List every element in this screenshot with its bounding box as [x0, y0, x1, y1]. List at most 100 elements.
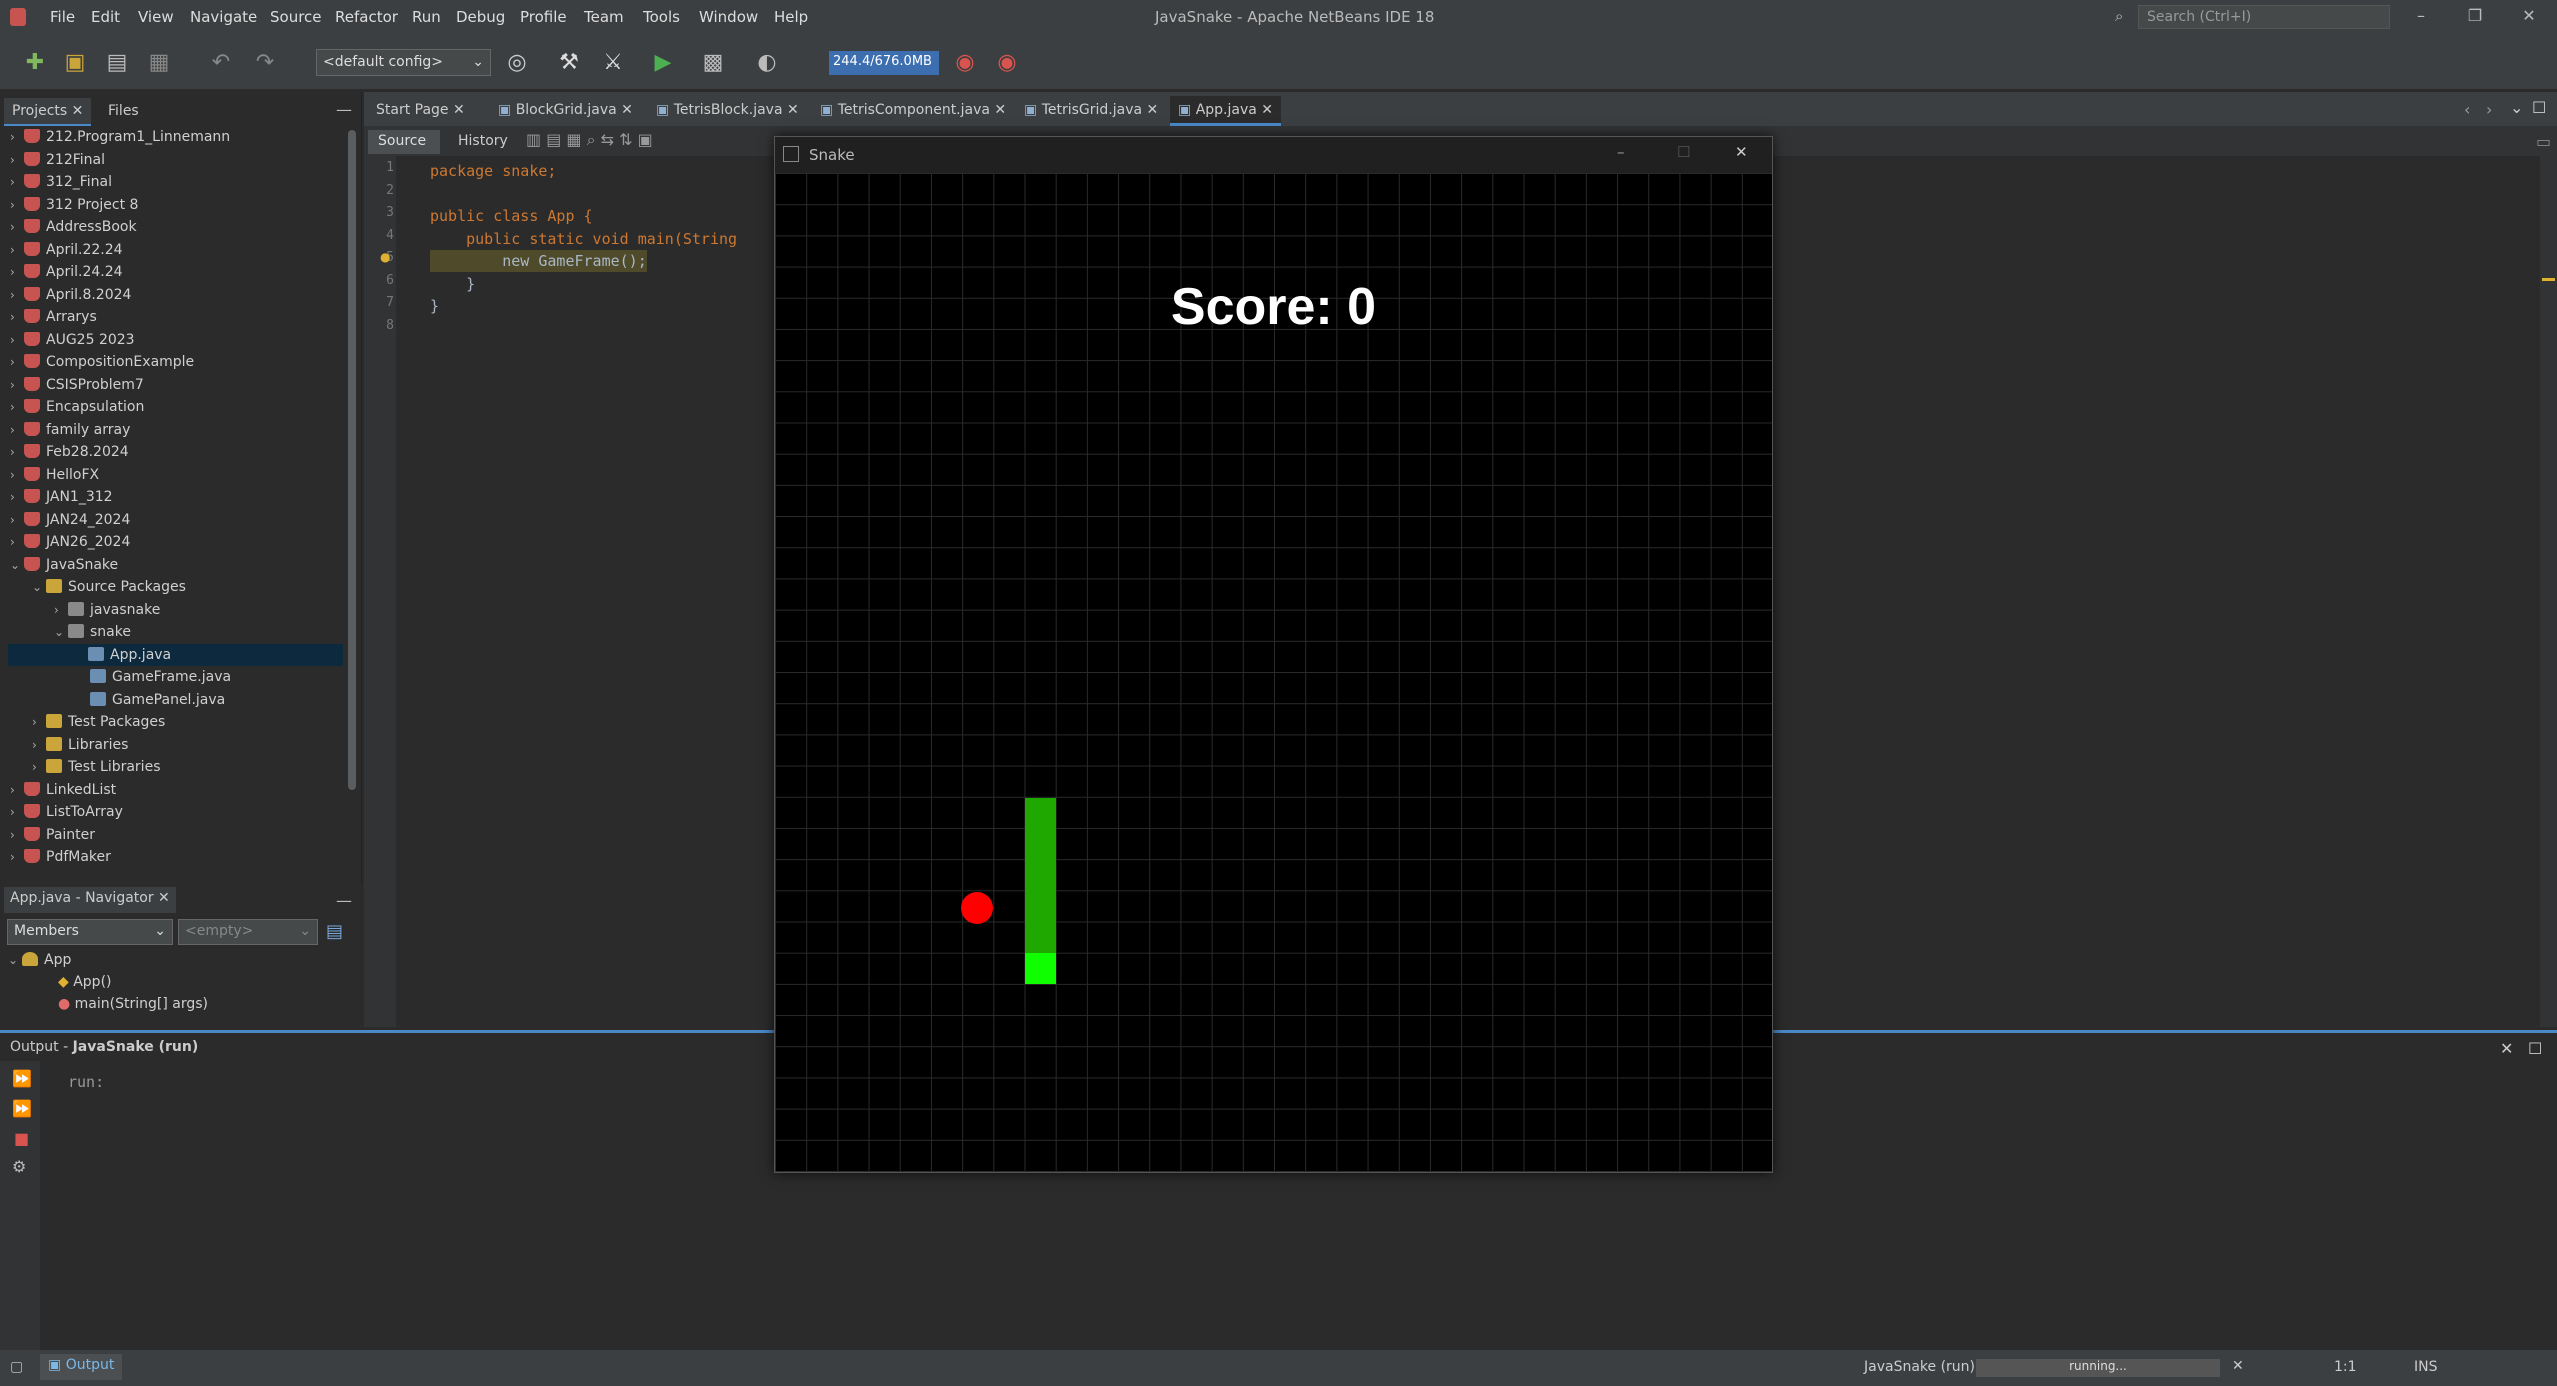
chevron-right-icon[interactable]: ›	[10, 216, 24, 238]
history-tab[interactable]: History	[448, 130, 520, 154]
new-file-icon[interactable]: ✚	[20, 48, 50, 78]
stop-icon[interactable]: ■	[14, 1129, 29, 1148]
undo-icon[interactable]: ↶	[206, 48, 236, 78]
open-project-icon[interactable]: ▤	[102, 48, 132, 78]
minimize-panel-icon[interactable]: —	[336, 100, 352, 119]
chevron-right-icon[interactable]: ›	[10, 509, 24, 531]
tree-item[interactable]: ⌄ JavaSnake	[10, 554, 118, 576]
navigator-member[interactable]: ◆ App()	[58, 971, 112, 993]
close-icon[interactable]: ✕	[1735, 143, 1748, 161]
chevron-right-icon[interactable]: ›	[10, 261, 24, 283]
source-tab[interactable]: Source	[368, 130, 440, 154]
chevron-right-icon[interactable]: ›	[10, 779, 24, 801]
chevron-right-icon[interactable]: ›	[10, 351, 24, 373]
menu-profile[interactable]: Profile	[520, 8, 567, 26]
tab-files[interactable]: Files	[100, 98, 147, 126]
menu-source[interactable]: Source	[270, 8, 322, 26]
cancel-process-icon[interactable]: ✕	[2232, 1358, 2244, 1374]
minimize-icon[interactable]: –	[2406, 6, 2436, 28]
menu-help[interactable]: Help	[774, 8, 808, 26]
chevron-down-icon[interactable]: ⌄	[2510, 98, 2523, 117]
split-editor-icon[interactable]: ▭	[2536, 132, 2551, 151]
scroll-tabs-left-icon[interactable]: ‹	[2464, 100, 2470, 119]
debug-icon[interactable]: ▩	[698, 48, 728, 78]
code-area[interactable]: 1 package snake; 2 3 public class App {4 pub…	[364, 160, 764, 360]
chevron-right-icon[interactable]: ›	[10, 441, 24, 463]
tree-item[interactable]: GamePanel.java	[76, 689, 225, 711]
run-icon[interactable]: ▶	[648, 48, 678, 78]
tab-start-page[interactable]: Start Page ✕	[368, 96, 473, 126]
minimize-panel-icon[interactable]: —	[336, 891, 352, 910]
menu-file[interactable]: File	[50, 8, 75, 26]
chevron-right-icon[interactable]: ›	[10, 419, 24, 441]
maximize-icon[interactable]: ☐	[2532, 98, 2546, 117]
chevron-right-icon[interactable]: ›	[10, 329, 24, 351]
code-line[interactable]: new GameFrame();	[430, 250, 647, 272]
save-all-icon[interactable]: ▦	[144, 48, 174, 78]
chevron-right-icon[interactable]: ›	[10, 374, 24, 396]
tree-item[interactable]: › Test Libraries	[32, 756, 160, 778]
tree-item[interactable]: › AddressBook	[10, 216, 137, 238]
tree-item[interactable]: ⌄ snake	[54, 621, 131, 643]
clean-build-icon[interactable]: ⚔	[598, 48, 628, 78]
tree-item[interactable]: › JAN1_312	[10, 486, 113, 508]
rerun-icon[interactable]: ⏩	[12, 1069, 32, 1088]
tree-item[interactable]: › Painter	[10, 824, 95, 846]
scroll-tabs-right-icon[interactable]: ›	[2486, 100, 2492, 119]
tree-item[interactable]: › April.22.24	[10, 239, 123, 261]
tree-item[interactable]: App.java	[8, 643, 343, 666]
chevron-right-icon[interactable]: ›	[32, 756, 46, 778]
menu-navigate[interactable]: Navigate	[190, 8, 257, 26]
output-status-tab[interactable]: ▣ Output	[40, 1354, 123, 1380]
code-line[interactable]: public static void main(String	[430, 228, 737, 250]
toggle-icon[interactable]: ▢	[10, 1359, 23, 1375]
menu-team[interactable]: Team	[584, 8, 624, 26]
filter-select[interactable]: <empty> ⌄	[178, 919, 318, 945]
tab-tetriscomponent[interactable]: ▣ TetrisComponent.java ✕	[812, 96, 1014, 126]
close-icon[interactable]: ✕	[1147, 102, 1159, 118]
minimize-icon[interactable]: –	[1617, 143, 1625, 161]
navigator-member[interactable]: ● main(String[] args)	[58, 993, 208, 1015]
tree-item[interactable]: › JAN24_2024	[10, 509, 130, 531]
chevron-right-icon[interactable]: ›	[32, 711, 46, 733]
close-icon[interactable]: ✕	[787, 102, 799, 118]
chevron-down-icon[interactable]: ⌄	[32, 576, 46, 598]
chevron-down-icon[interactable]: ⌄	[10, 554, 24, 576]
menu-edit[interactable]: Edit	[91, 8, 120, 26]
chevron-right-icon[interactable]: ›	[10, 486, 24, 508]
chevron-right-icon[interactable]: ›	[10, 846, 24, 868]
tree-item[interactable]: › 212.Program1_Linnemann	[10, 126, 230, 148]
editor-tools-icon[interactable]: ▥ ▤ ▦ ⌕ ⇆ ⇅ ▣	[526, 130, 653, 150]
close-icon[interactable]: ✕	[1261, 102, 1273, 118]
tree-item[interactable]: › April.8.2024	[10, 284, 131, 306]
chevron-right-icon[interactable]: ›	[10, 396, 24, 418]
tree-item[interactable]: › ListToArray	[10, 801, 123, 823]
gc-icon[interactable]: ◉	[950, 48, 980, 78]
close-icon[interactable]: ✕	[2500, 1039, 2513, 1058]
tree-item[interactable]: › April.24.24	[10, 261, 123, 283]
warning-marker[interactable]	[2542, 278, 2555, 281]
tree-item[interactable]: › HelloFX	[10, 464, 99, 486]
menu-tools[interactable]: Tools	[643, 8, 680, 26]
restore-icon[interactable]: ❐	[2460, 6, 2490, 28]
tab-blockgrid[interactable]: ▣ BlockGrid.java ✕	[490, 96, 641, 126]
menu-run[interactable]: Run	[412, 8, 441, 26]
navigator-settings-icon[interactable]: ▤	[326, 921, 343, 942]
hint-bulb-icon[interactable]: ●	[380, 250, 390, 264]
code-line[interactable]: public class App {	[430, 205, 593, 227]
code-line[interactable]: }	[430, 295, 439, 317]
chevron-right-icon[interactable]: ›	[10, 194, 24, 216]
close-icon[interactable]: ✕	[453, 102, 465, 118]
rerun-modified-icon[interactable]: ⏩	[12, 1099, 32, 1118]
redo-icon[interactable]: ↷	[250, 48, 280, 78]
tree-item[interactable]: › Feb28.2024	[10, 441, 129, 463]
chevron-right-icon[interactable]: ›	[10, 531, 24, 553]
code-line[interactable]: }	[430, 273, 475, 295]
tree-item[interactable]: › 312 Project 8	[10, 194, 138, 216]
navigator-root[interactable]: ⌄ App	[8, 949, 71, 971]
chevron-right-icon[interactable]: ›	[10, 801, 24, 823]
chevron-right-icon[interactable]: ›	[54, 599, 68, 621]
menu-debug[interactable]: Debug	[456, 8, 505, 26]
memory-indicator[interactable]: 244.4/676.0MB	[829, 51, 939, 75]
settings-icon[interactable]: ⚙	[12, 1157, 26, 1176]
